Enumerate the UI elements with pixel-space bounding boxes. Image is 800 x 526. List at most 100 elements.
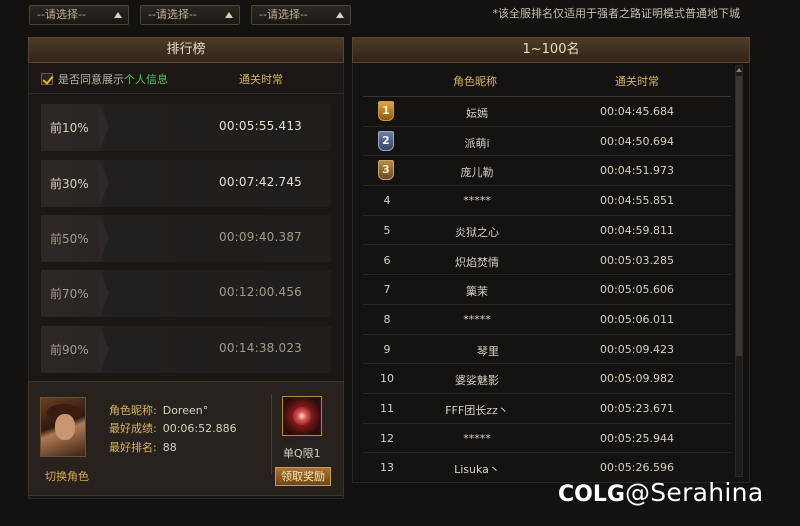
switch-role-link[interactable]: 切换角色 xyxy=(45,468,89,484)
player-profile: 切换角色 角色昵称: Doreen° 最好成绩: 00:06:52.886 最好排名… xyxy=(28,381,344,496)
avatar xyxy=(40,397,86,457)
player-name: ***** xyxy=(463,431,491,445)
profile-rank-value: 88 xyxy=(162,441,177,454)
divider xyxy=(29,93,343,94)
player-name: ***** xyxy=(463,312,491,326)
ranking-row: 3 庞儿勒 00:04:51.973 xyxy=(363,156,731,187)
player-name: 篥茉 xyxy=(466,285,488,299)
player-name: 琴里 xyxy=(455,344,499,358)
tier-name: 前50% xyxy=(50,232,89,246)
filter-select-2[interactable]: --请选择-- xyxy=(140,5,240,25)
watermark-handle: @Serahina xyxy=(624,478,764,507)
player-name: Lisuka丶 xyxy=(454,463,500,477)
ranking-notice: *该全服排名仅适用于强者之路证明模式普通地下城 xyxy=(492,7,741,20)
scrollbar[interactable] xyxy=(735,65,743,477)
bronze-medal-icon: 3 xyxy=(378,160,394,181)
tier-row: 前70% 00:12:00.456 xyxy=(41,270,331,317)
reward-item-icon[interactable] xyxy=(282,396,322,436)
filter-select-3[interactable]: --请选择-- xyxy=(251,5,351,25)
tier-name: 前90% xyxy=(50,343,89,357)
clear-time: 00:04:45.684 xyxy=(600,105,674,118)
rank-number: 12 xyxy=(380,431,394,445)
rank-number: 4 xyxy=(383,194,391,208)
checkbox-icon[interactable] xyxy=(41,73,53,85)
filter-select-3-label: --请选择-- xyxy=(259,8,308,21)
rank-number: 11 xyxy=(380,402,394,415)
filter-select-2-label: --请选择-- xyxy=(148,8,197,21)
leaderboard-title: 排行榜 xyxy=(28,37,344,63)
clear-time: 00:04:50.694 xyxy=(600,134,674,148)
tier-time: 00:05:55.413 xyxy=(219,119,303,133)
silver-medal-icon: 2 xyxy=(378,130,394,151)
ranking-row: 9 琴里 00:05:09.423 xyxy=(363,335,731,365)
gold-medal-icon: 1 xyxy=(378,101,394,121)
nickname-header: 角色昵称 xyxy=(453,75,497,88)
profile-best-row: 最好成绩: 00:06:52.886 xyxy=(109,420,237,436)
ranking-row: 6 炽焰焚情 00:05:03.285 xyxy=(363,246,731,276)
clear-time: 00:05:05.606 xyxy=(600,283,674,297)
profile-best-label: 最好成绩: xyxy=(109,422,157,435)
rank-number: 13 xyxy=(380,461,394,475)
ranking-row: 10 婆娑魅影 00:05:09.982 xyxy=(363,364,731,394)
clear-time: 00:05:23.671 xyxy=(600,402,674,415)
rank-number: 10 xyxy=(380,372,394,386)
tier-time: 00:14:38.023 xyxy=(219,341,303,355)
ranking-row: 5 炎狱之心 00:04:59.811 xyxy=(363,216,731,246)
rank-number: 7 xyxy=(383,283,391,297)
rank-number: 5 xyxy=(383,223,391,237)
tier-time: 00:07:42.745 xyxy=(219,175,303,189)
profile-rank-label: 最好排名: xyxy=(109,441,157,454)
tier-row: 前50% 00:09:40.387 xyxy=(41,215,331,262)
tier-arrow xyxy=(99,104,109,150)
ranking-row: 7 篥茉 00:05:05.606 xyxy=(363,275,731,305)
profile-name-label: 角色昵称: xyxy=(109,404,157,417)
profile-name-row: 角色昵称: Doreen° xyxy=(109,402,208,418)
tier-arrow xyxy=(99,270,109,316)
player-name: FFF团长zz丶 xyxy=(445,404,509,417)
chevron-up-icon xyxy=(114,12,122,18)
divider xyxy=(271,394,272,474)
clear-time-header: 通关时常 xyxy=(615,75,659,88)
clear-time: 00:05:09.982 xyxy=(600,372,674,386)
player-name: 妘嫣 xyxy=(466,107,488,120)
consent-highlight: 个人信息 xyxy=(124,73,168,86)
player-name: 婆娑魅影 xyxy=(455,374,499,388)
clear-time: 00:05:25.944 xyxy=(600,431,674,445)
player-name: 炽焰焚情 xyxy=(455,255,499,269)
player-name: 炎狱之心 xyxy=(455,225,499,239)
ranking-row: 12 ***** 00:05:25.944 xyxy=(363,424,731,454)
rank-number: 8 xyxy=(383,312,391,326)
clear-time-header: 通关时常 xyxy=(239,73,283,86)
chevron-up-icon xyxy=(225,12,233,18)
ranking-row: 4 ***** 00:04:55.851 xyxy=(363,186,731,216)
tier-name: 前70% xyxy=(50,287,89,301)
tier-row: 前10% 00:05:55.413 xyxy=(41,104,331,151)
filter-select-1[interactable]: --请选择-- xyxy=(29,5,129,25)
scrollbar-thumb[interactable] xyxy=(736,76,742,356)
tier-arrow xyxy=(99,326,109,372)
filter-bar: --请选择-- --请选择-- --请选择-- *该全服排名仅适用于强者之路证明… xyxy=(0,0,800,30)
reward-orb xyxy=(293,407,311,425)
chevron-up-icon xyxy=(336,12,344,18)
clear-time: 00:04:55.851 xyxy=(600,194,674,208)
show-info-consent[interactable]: 是否同意展示个人信息 xyxy=(41,71,168,87)
clear-time: 00:05:03.285 xyxy=(600,253,674,267)
claim-reward-button[interactable]: 领取奖励 xyxy=(275,467,331,486)
player-name: 派萌i xyxy=(464,136,490,150)
scroll-up-icon[interactable] xyxy=(736,68,742,72)
clear-time: 00:05:06.011 xyxy=(600,312,674,326)
rank-number: 9 xyxy=(383,342,391,356)
profile-rank-row: 最好排名: 88 xyxy=(109,439,177,455)
ranking-row: 1 妘嫣 00:04:45.684 xyxy=(363,97,731,127)
top100-title: 1~100名 xyxy=(352,37,750,63)
colg-logo: COLG xyxy=(558,482,625,507)
clear-time: 00:04:51.973 xyxy=(600,164,674,178)
clear-time: 00:05:26.596 xyxy=(600,461,674,475)
avatar-face xyxy=(55,414,75,440)
tier-arrow xyxy=(99,160,109,206)
tier-row: 前90% 00:14:38.023 xyxy=(41,326,331,373)
tier-row: 前30% 00:07:42.745 xyxy=(41,160,331,207)
player-name: ***** xyxy=(463,194,491,208)
profile-best-value: 00:06:52.886 xyxy=(162,422,237,435)
ranking-row: 11 FFF团长zz丶 00:05:23.671 xyxy=(363,394,731,424)
